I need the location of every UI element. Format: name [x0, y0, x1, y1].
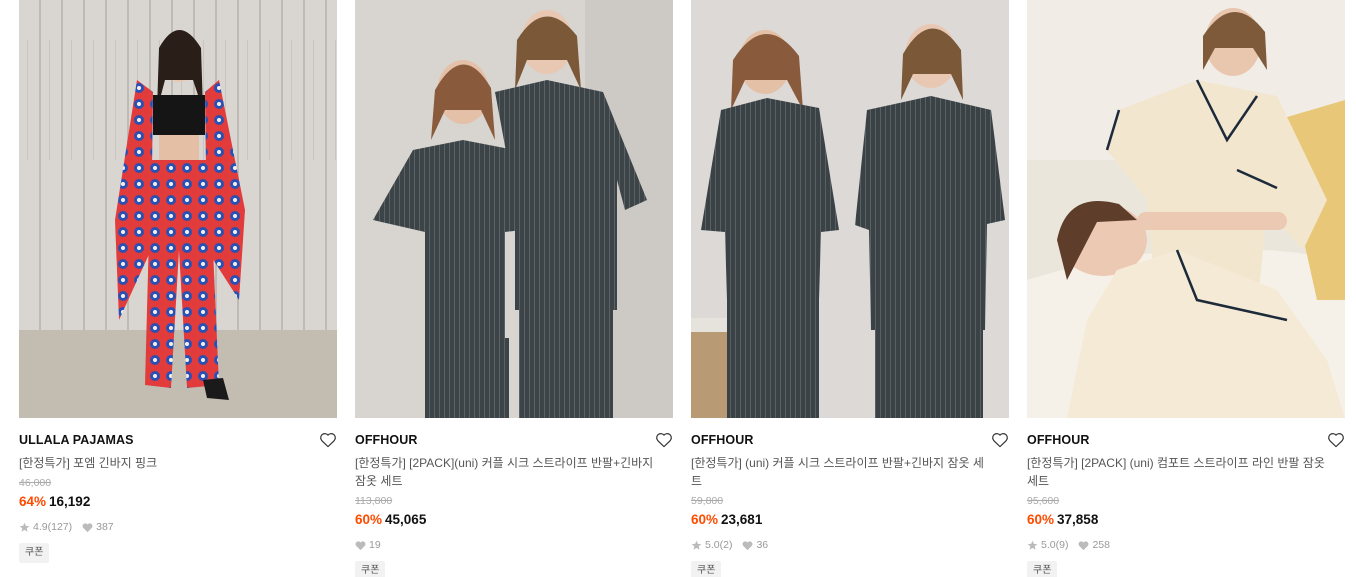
heart-icon[interactable]	[319, 431, 337, 448]
price-row: 60% 23,681	[691, 511, 1009, 528]
review-meta: 4.9 (127) 387	[19, 520, 337, 534]
heart-small-icon	[1078, 540, 1089, 551]
product-card[interactable]: ULLALA PAJAMAS [한정특가] 포엠 긴바지 핑크 46,000 6…	[19, 0, 337, 563]
discount-rate: 64%	[19, 494, 47, 509]
original-price: 113,800	[355, 495, 393, 507]
coupon-badge: 쿠폰	[355, 561, 386, 577]
heart-icon[interactable]	[991, 431, 1009, 448]
star-icon	[19, 522, 30, 533]
brand-name[interactable]: OFFHOUR	[691, 433, 1009, 448]
brand-name[interactable]: OFFHOUR	[355, 433, 673, 448]
like-count: 19	[369, 539, 381, 551]
coupon-badge: 쿠폰	[691, 561, 722, 577]
product-image[interactable]	[691, 0, 1009, 418]
brand-name[interactable]: OFFHOUR	[1027, 433, 1345, 448]
review-meta: 5.0 (9) 258	[1027, 538, 1345, 552]
original-price: 46,000	[19, 477, 52, 489]
rating-value: 5.0	[1041, 539, 1056, 551]
heart-icon[interactable]	[1327, 431, 1345, 448]
review-count: (2)	[719, 539, 733, 551]
coupon-badge: 쿠폰	[19, 543, 50, 563]
product-card[interactable]: OFFHOUR [한정특가] (uni) 커플 시크 스트라이프 반팔+긴바지 …	[691, 0, 1009, 577]
rating-value: 4.9	[33, 521, 48, 533]
review-count: (127)	[47, 521, 73, 533]
coupon-badge: 쿠폰	[1027, 561, 1058, 577]
product-image[interactable]	[19, 0, 337, 418]
product-title[interactable]: [한정특가] [2PACK] (uni) 컴포트 스트라이프 라인 반팔 잠옷 …	[1027, 454, 1327, 490]
review-meta: 5.0 (2) 36	[691, 538, 1009, 552]
like-count: 258	[1092, 539, 1110, 551]
sale-price: 23,681	[721, 512, 763, 527]
price-row: 64% 16,192	[19, 493, 337, 510]
product-card[interactable]: OFFHOUR [한정특가] [2PACK] (uni) 컴포트 스트라이프 라…	[1027, 0, 1345, 577]
original-price: 95,600	[1027, 495, 1060, 507]
discount-rate: 60%	[355, 512, 383, 527]
sale-price: 37,858	[1057, 512, 1099, 527]
discount-rate: 60%	[1027, 512, 1055, 527]
original-price: 59,800	[691, 495, 724, 507]
heart-small-icon	[355, 540, 366, 551]
sale-price: 16,192	[49, 494, 91, 509]
rating-value: 5.0	[705, 539, 720, 551]
product-image[interactable]	[1027, 0, 1345, 418]
star-icon	[691, 540, 702, 551]
product-image[interactable]	[355, 0, 673, 418]
sale-price: 45,065	[385, 512, 427, 527]
product-title[interactable]: [한정특가] (uni) 커플 시크 스트라이프 반팔+긴바지 잠옷 세트	[691, 454, 991, 490]
heart-small-icon	[742, 540, 753, 551]
review-meta: 19	[355, 538, 673, 552]
heart-small-icon	[82, 522, 93, 533]
product-card[interactable]: OFFHOUR [한정특가] [2PACK](uni) 커플 시크 스트라이프 …	[355, 0, 673, 577]
price-row: 60% 45,065	[355, 511, 673, 528]
product-title[interactable]: [한정특가] [2PACK](uni) 커플 시크 스트라이프 반팔+긴바지 잠…	[355, 454, 655, 490]
product-grid: ULLALA PAJAMAS [한정특가] 포엠 긴바지 핑크 46,000 6…	[0, 0, 1356, 577]
review-count: (9)	[1055, 539, 1069, 551]
heart-icon[interactable]	[655, 431, 673, 448]
star-icon	[1027, 540, 1038, 551]
brand-name[interactable]: ULLALA PAJAMAS	[19, 433, 337, 448]
product-title[interactable]: [한정특가] 포엠 긴바지 핑크	[19, 454, 319, 472]
like-count: 36	[756, 539, 769, 551]
price-row: 60% 37,858	[1027, 511, 1345, 528]
like-count: 387	[96, 521, 114, 533]
discount-rate: 60%	[691, 512, 719, 527]
